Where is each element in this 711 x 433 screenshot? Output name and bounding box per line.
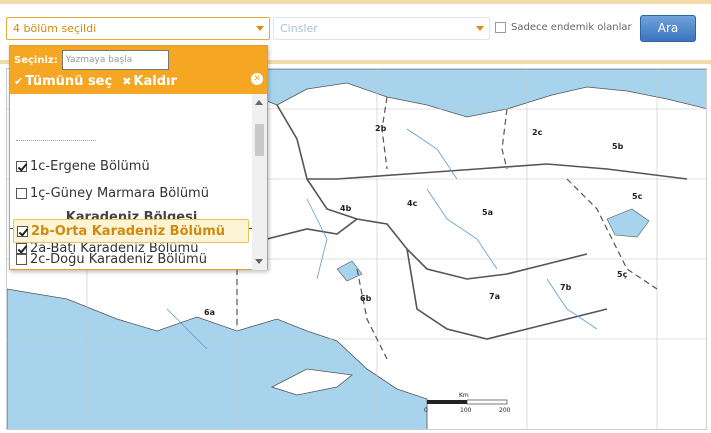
scroll-thumb[interactable] — [255, 124, 264, 156]
check-icon: ✔ — [14, 75, 24, 88]
clipped-option — [16, 140, 96, 144]
option-2b[interactable]: 2b-Orta Karadeniz Bölümü — [13, 219, 249, 243]
option-1c-guney[interactable]: 1ç-Güney Marmara Bölümü — [10, 181, 253, 205]
region-label-6b: 6b — [360, 294, 372, 303]
cinsler-select[interactable]: Cinsler — [273, 17, 490, 40]
remove-link[interactable]: ✖ Kaldır — [122, 74, 177, 89]
search-button[interactable]: Ara — [640, 15, 696, 42]
region-label-5a: 5a — [482, 208, 493, 217]
bolum-select-value: 4 bölüm seçildi — [13, 22, 97, 35]
option-checkbox[interactable] — [16, 253, 27, 265]
select-all-label: Tümünü seç — [25, 74, 113, 89]
option-1c[interactable]: 1c-Ergene Bölümü — [10, 154, 253, 178]
close-circle-icon[interactable]: ✕ — [251, 73, 263, 85]
region-label-4c: 4c — [407, 199, 418, 208]
cross-icon: ✖ — [122, 75, 132, 88]
scale-tick-200: 200 — [499, 407, 511, 414]
scale-tick-0: 0 — [424, 407, 428, 414]
option-checkbox[interactable] — [17, 225, 28, 237]
option-label: 1ç-Güney Marmara Bölümü — [30, 185, 209, 201]
region-label-6a: 6a — [204, 308, 215, 317]
scale-label: Km — [459, 392, 469, 399]
remove-label: Kaldır — [133, 74, 177, 89]
region-label-7a: 7a — [489, 292, 500, 301]
region-label-4b: 4b — [340, 204, 352, 213]
chevron-down-icon — [476, 26, 484, 31]
endemic-checkbox[interactable] — [495, 22, 506, 33]
bolum-select[interactable]: 4 bölüm seçildi — [6, 17, 270, 40]
region-label-5c: 5c — [632, 192, 643, 201]
region-label-7b: 7b — [560, 283, 572, 292]
dropdown-header: Seçiniz: Yazmaya başla ✔ Tümünü seç ✖ Ka… — [10, 46, 267, 94]
top-border — [0, 0, 711, 4]
option-2c[interactable]: 2c-Doğu Karadeniz Bölümü — [10, 247, 253, 271]
dropdown-options-list[interactable]: 1c-Ergene Bölümü 1ç-Güney Marmara Bölümü… — [10, 94, 253, 270]
chevron-down-icon — [256, 26, 264, 31]
option-label: 2c-Doğu Karadeniz Bölümü — [30, 251, 207, 267]
endemic-label: Sadece endemik olanlar — [511, 22, 632, 33]
bolum-dropdown-panel: Seçiniz: Yazmaya başla ✔ Tümünü seç ✖ Ka… — [9, 45, 268, 270]
scale-tick-100: 100 — [460, 407, 472, 414]
region-label-5b: 5b — [612, 142, 624, 151]
region-label-5c-cedilla: 5ç — [617, 270, 628, 279]
cinsler-select-value: Cinsler — [280, 22, 318, 35]
dropdown-scrollbar[interactable] — [252, 94, 267, 270]
region-label-2b: 2b — [375, 124, 387, 133]
select-all-link[interactable]: ✔ Tümünü seç — [14, 74, 112, 89]
scroll-up-icon[interactable] — [255, 100, 263, 105]
endemic-filter[interactable]: Sadece endemik olanlar — [495, 22, 632, 33]
dropdown-search-input[interactable]: Yazmaya başla — [61, 50, 169, 70]
option-label: 2b-Orta Karadeniz Bölümü — [31, 223, 226, 239]
region-label-2c: 2c — [532, 128, 543, 137]
scroll-down-icon[interactable] — [255, 259, 263, 264]
dropdown-label: Seçiniz: — [14, 54, 58, 66]
option-checkbox[interactable] — [16, 160, 27, 172]
option-checkbox[interactable] — [16, 187, 27, 199]
option-label: 1c-Ergene Bölümü — [30, 158, 150, 174]
